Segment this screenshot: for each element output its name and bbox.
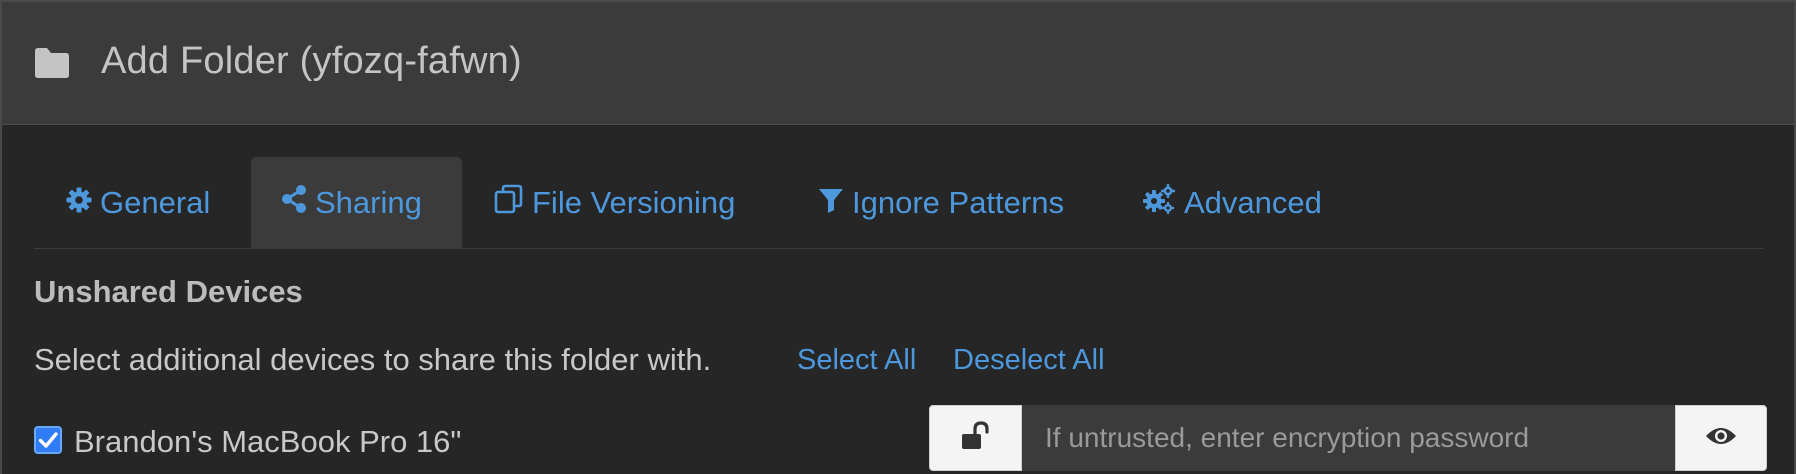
device-checkbox[interactable]	[34, 426, 62, 454]
filter-icon	[818, 185, 844, 221]
share-help-text: Select additional devices to share this …	[34, 342, 712, 377]
select-all-link[interactable]: Select All	[797, 344, 916, 377]
add-folder-dialog: Add Folder (yfozq-fafwn) General Sharing…	[0, 0, 1796, 474]
dialog-header: Add Folder (yfozq-fafwn)	[2, 2, 1794, 125]
unshared-devices-heading: Unshared Devices	[34, 274, 303, 309]
gear-icon	[66, 185, 92, 221]
show-password-button[interactable]	[1675, 405, 1767, 471]
unlock-icon	[959, 420, 993, 457]
tab-ignore-patterns[interactable]: Ignore Patterns	[818, 157, 1064, 249]
deselect-all-link[interactable]: Deselect All	[953, 344, 1105, 377]
tab-general[interactable]: General	[34, 157, 252, 249]
tab-general-label: General	[100, 185, 211, 220]
checkmark-icon	[38, 432, 58, 448]
tab-sharing[interactable]: Sharing	[251, 157, 462, 249]
untrusted-toggle-button[interactable]	[929, 405, 1022, 471]
tab-file-versioning[interactable]: File Versioning	[494, 157, 735, 249]
tab-advanced[interactable]: Advanced	[1142, 157, 1322, 249]
encryption-password-input[interactable]	[1022, 405, 1675, 471]
dialog-title: Add Folder (yfozq-fafwn)	[101, 40, 522, 82]
eye-icon	[1704, 424, 1738, 453]
tab-advanced-label: Advanced	[1184, 185, 1322, 220]
tab-bar: General Sharing File Versioning Ignore P…	[34, 157, 1764, 249]
share-icon	[281, 185, 307, 221]
gears-icon	[1142, 184, 1176, 222]
folder-icon	[33, 46, 71, 80]
copy-icon	[494, 184, 524, 222]
tab-sharing-label: Sharing	[315, 185, 422, 220]
encryption-password-group	[929, 405, 1767, 471]
tab-ignore-patterns-label: Ignore Patterns	[852, 185, 1064, 220]
tab-file-versioning-label: File Versioning	[532, 185, 736, 220]
device-name: Brandon's MacBook Pro 16"	[74, 424, 462, 459]
